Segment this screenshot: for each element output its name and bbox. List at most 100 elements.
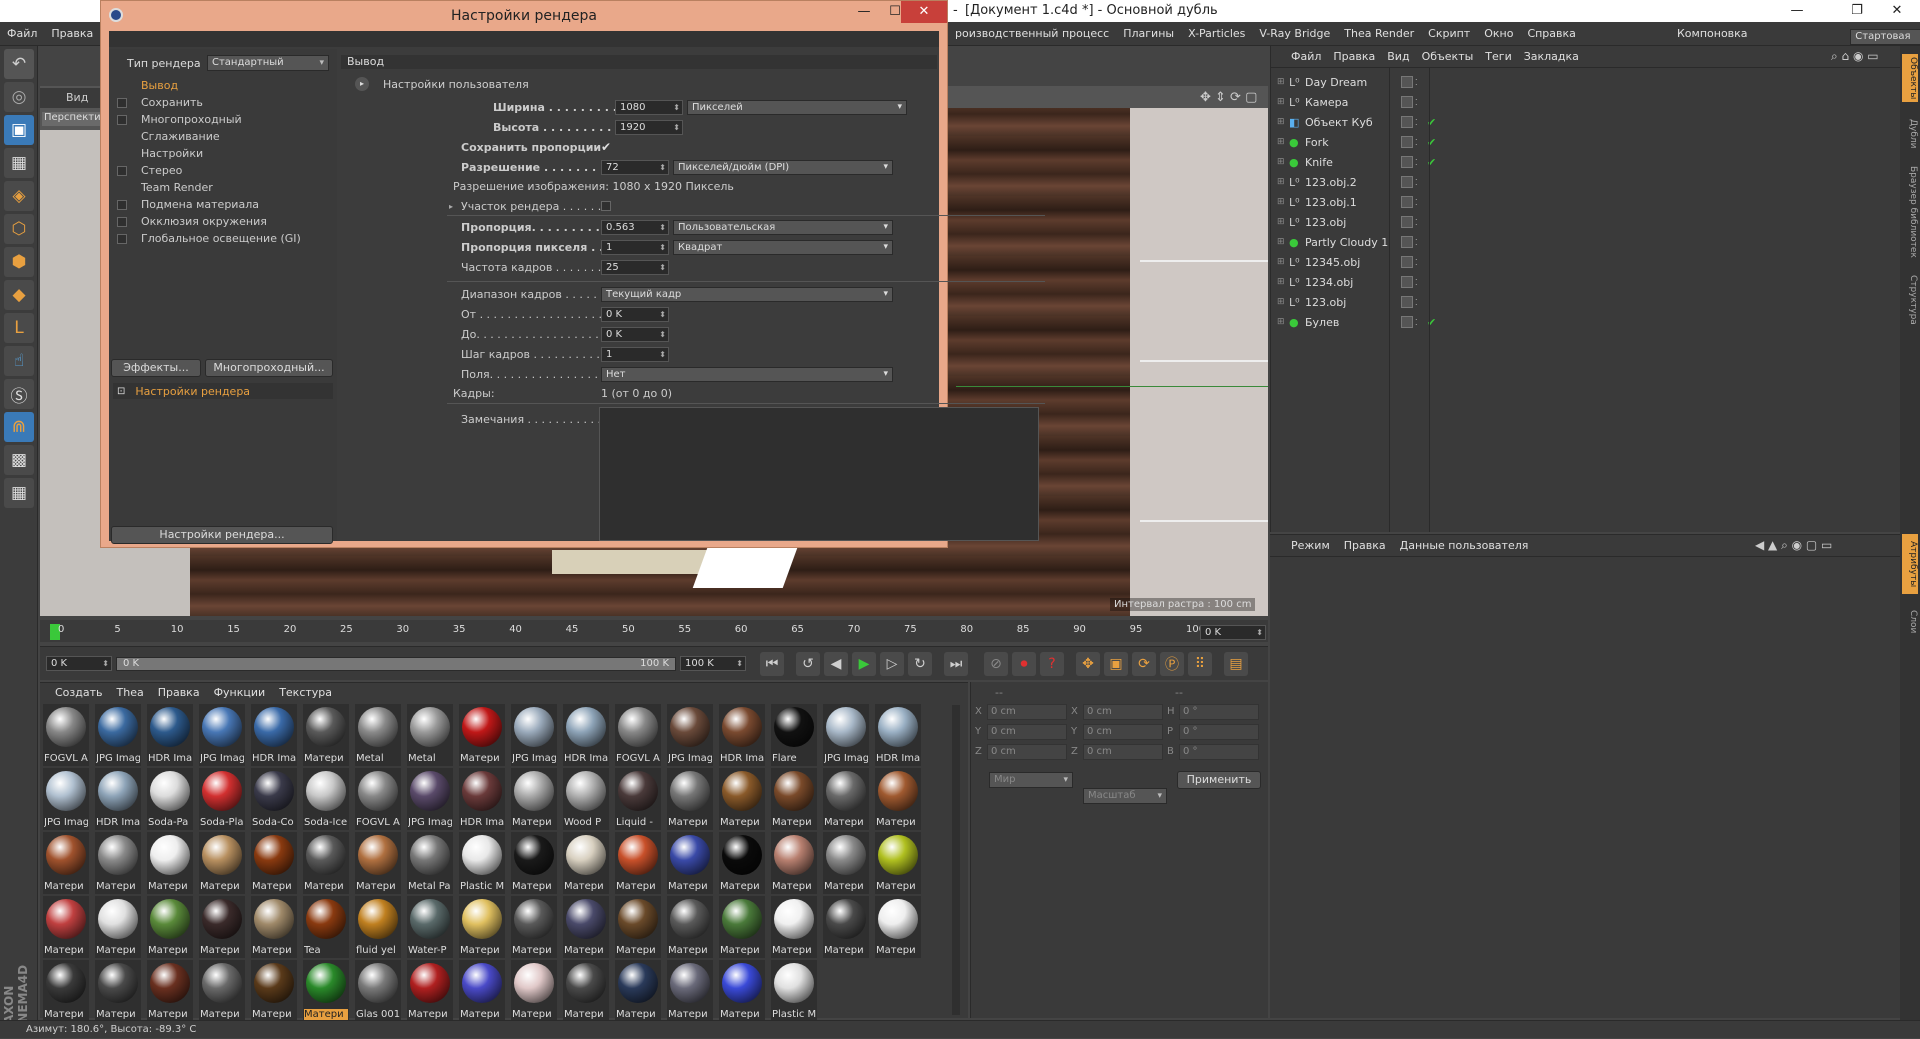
material-swatch[interactable]: Glas 001 bbox=[355, 960, 401, 1022]
menu-file[interactable]: Файл bbox=[0, 22, 44, 46]
fps-field[interactable]: 25 bbox=[601, 259, 669, 275]
obj-search-icon[interactable]: ⌕ ⌂ ◉ ▭ bbox=[1831, 49, 1879, 64]
object-row[interactable]: ⊞ L⁰ 123.obj.2 ⁚ bbox=[1271, 172, 1900, 192]
tweak-icon[interactable]: ☝ bbox=[4, 346, 34, 376]
material-swatch[interactable]: Матери bbox=[615, 832, 661, 894]
material-swatch[interactable]: Матери bbox=[875, 896, 921, 958]
material-swatch[interactable]: Матери bbox=[719, 896, 765, 958]
render-setting-item[interactable]: Настройки bbox=[109, 145, 337, 162]
preset-menu-icon[interactable]: ▸ bbox=[355, 77, 369, 91]
material-swatch[interactable]: JPG Imag bbox=[407, 768, 453, 830]
menu-xparticles[interactable]: X-Particles bbox=[1181, 22, 1252, 46]
render-toggle-icon[interactable] bbox=[1401, 156, 1413, 168]
tab-attributes[interactable]: Атрибуты bbox=[1902, 534, 1918, 594]
material-swatch[interactable]: Матери bbox=[771, 768, 817, 830]
coord-field[interactable]: 0 cm bbox=[987, 744, 1067, 760]
material-swatch[interactable]: Матери bbox=[667, 960, 713, 1022]
setting-checkbox[interactable] bbox=[117, 199, 127, 210]
coord-field[interactable]: 0 ° bbox=[1179, 744, 1259, 760]
expand-icon[interactable]: ⊞ bbox=[1277, 117, 1287, 127]
material-swatch[interactable]: Metal bbox=[355, 704, 401, 766]
pixel-aspect-dropdown[interactable]: Квадрат bbox=[673, 239, 893, 255]
attr-menu-edit[interactable]: Правка bbox=[1337, 534, 1393, 558]
render-toggle-icon[interactable] bbox=[1401, 116, 1413, 128]
render-setting-item[interactable]: Team Render bbox=[109, 179, 337, 196]
render-setting-item[interactable]: Глобальное освещение (GI) bbox=[109, 230, 337, 247]
maximize-button[interactable]: ❐ bbox=[1840, 0, 1874, 22]
material-swatch[interactable]: Матери bbox=[667, 768, 713, 830]
visibility-dots-icon[interactable]: ⁚ bbox=[1415, 138, 1425, 147]
material-swatch[interactable]: Матери bbox=[147, 960, 193, 1022]
object-row[interactable]: ⊞ L⁰ Камера ⁚ bbox=[1271, 92, 1900, 112]
material-swatch[interactable]: Матери bbox=[719, 832, 765, 894]
start-frame-field[interactable]: 0 K bbox=[46, 656, 112, 671]
next-key-icon[interactable]: ↻ bbox=[908, 651, 932, 676]
obj-menu-file[interactable]: Файл bbox=[1285, 45, 1327, 69]
notes-textarea[interactable] bbox=[599, 407, 1039, 541]
mat-menu-functions[interactable]: Функции bbox=[207, 681, 273, 705]
rotate-key-icon[interactable]: ⟳ bbox=[1132, 651, 1156, 676]
material-swatch[interactable]: Soda-Co bbox=[251, 768, 297, 830]
scale-key-icon[interactable]: ▣ bbox=[1104, 651, 1128, 676]
object-row[interactable]: ⊞ ● Булев ⁚ ✔ bbox=[1271, 312, 1900, 332]
material-swatch[interactable]: Матери bbox=[199, 832, 245, 894]
tab-content-browser[interactable]: Браузер библиотек bbox=[1902, 162, 1918, 262]
expand-icon[interactable]: ⊞ bbox=[1277, 197, 1287, 207]
expand-icon[interactable]: ⊞ bbox=[1277, 137, 1287, 147]
material-swatch[interactable]: Матери bbox=[95, 832, 141, 894]
material-swatch[interactable]: HDR Ima bbox=[563, 704, 609, 766]
material-swatch[interactable]: JPG Imag bbox=[823, 704, 869, 766]
keyframe-help-icon[interactable]: ? bbox=[1040, 651, 1064, 676]
material-swatch[interactable]: JPG Imag bbox=[95, 704, 141, 766]
material-swatch[interactable]: Матери bbox=[303, 704, 349, 766]
expand-icon[interactable]: ⊞ bbox=[1277, 217, 1287, 227]
visibility-dots-icon[interactable]: ⁚ bbox=[1415, 98, 1425, 107]
multipass-button[interactable]: Многопроходный... bbox=[205, 359, 333, 377]
material-swatch[interactable]: Flare bbox=[771, 704, 817, 766]
coord-scale-dropdown[interactable]: Масштаб bbox=[1083, 788, 1167, 804]
object-row[interactable]: ⊞ ◧ Объект Куб ⁚ ✔ bbox=[1271, 112, 1900, 132]
tab-takes[interactable]: Дубли bbox=[1902, 110, 1918, 158]
polygons-mode-icon[interactable]: ◆ bbox=[4, 280, 34, 310]
material-swatch[interactable]: Матери bbox=[199, 960, 245, 1022]
menu-thea[interactable]: Thea Render bbox=[1337, 22, 1421, 46]
menu-window[interactable]: Окно bbox=[1477, 22, 1520, 46]
prev-frame-icon[interactable]: ◀ bbox=[824, 651, 848, 676]
visibility-dots-icon[interactable]: ⁚ bbox=[1415, 218, 1425, 227]
tab-objects[interactable]: Объекты bbox=[1902, 54, 1918, 102]
material-swatch[interactable]: fluid yel bbox=[355, 896, 401, 958]
edges-mode-icon[interactable]: ⬢ bbox=[4, 247, 34, 277]
render-toggle-icon[interactable] bbox=[1401, 276, 1413, 288]
object-row[interactable]: ⊞ ● Fork ⁚ ✔ bbox=[1271, 132, 1900, 152]
material-swatch[interactable]: Plastic M bbox=[459, 832, 505, 894]
visibility-dots-icon[interactable]: ⁚ bbox=[1415, 118, 1425, 127]
material-swatch[interactable]: Матери bbox=[43, 960, 89, 1022]
material-swatch[interactable]: HDR Ima bbox=[147, 704, 193, 766]
material-swatch[interactable]: JPG Imag bbox=[43, 768, 89, 830]
prev-key-icon[interactable]: ↺ bbox=[796, 651, 820, 676]
material-swatch[interactable]: Матери bbox=[251, 960, 297, 1022]
fields-dropdown[interactable]: Нет bbox=[601, 366, 893, 382]
render-toggle-icon[interactable] bbox=[1401, 136, 1413, 148]
setting-checkbox[interactable] bbox=[117, 216, 127, 227]
material-swatch[interactable]: Матери bbox=[511, 960, 557, 1022]
region-expand-icon[interactable]: ▸ bbox=[449, 202, 461, 211]
menu-script[interactable]: Скрипт bbox=[1421, 22, 1477, 46]
film-strip-icon[interactable]: ▤ bbox=[1224, 651, 1248, 676]
material-swatch[interactable]: Матери bbox=[251, 896, 297, 958]
magnet-icon[interactable]: ⋒ bbox=[4, 412, 34, 442]
live-select-icon[interactable]: ◎ bbox=[4, 82, 34, 112]
expand-icon[interactable]: ⊞ bbox=[1277, 97, 1287, 107]
mat-menu-thea[interactable]: Thea bbox=[110, 681, 151, 705]
material-swatch[interactable]: Матери bbox=[563, 896, 609, 958]
visibility-dots-icon[interactable]: ⁚ bbox=[1415, 298, 1425, 307]
material-swatch[interactable]: FOGVL A bbox=[43, 704, 89, 766]
material-swatch[interactable]: JPG Imag bbox=[667, 704, 713, 766]
material-swatch[interactable]: Матери bbox=[459, 896, 505, 958]
render-toggle-icon[interactable] bbox=[1401, 256, 1413, 268]
visibility-dots-icon[interactable]: ⁚ bbox=[1415, 158, 1425, 167]
points-mode-icon[interactable]: ⬡ bbox=[4, 214, 34, 244]
texture-mode-icon[interactable]: ▦ bbox=[4, 148, 34, 178]
render-settings-button[interactable]: Настройки рендера... bbox=[111, 526, 333, 544]
material-swatch[interactable]: JPG Imag bbox=[511, 704, 557, 766]
